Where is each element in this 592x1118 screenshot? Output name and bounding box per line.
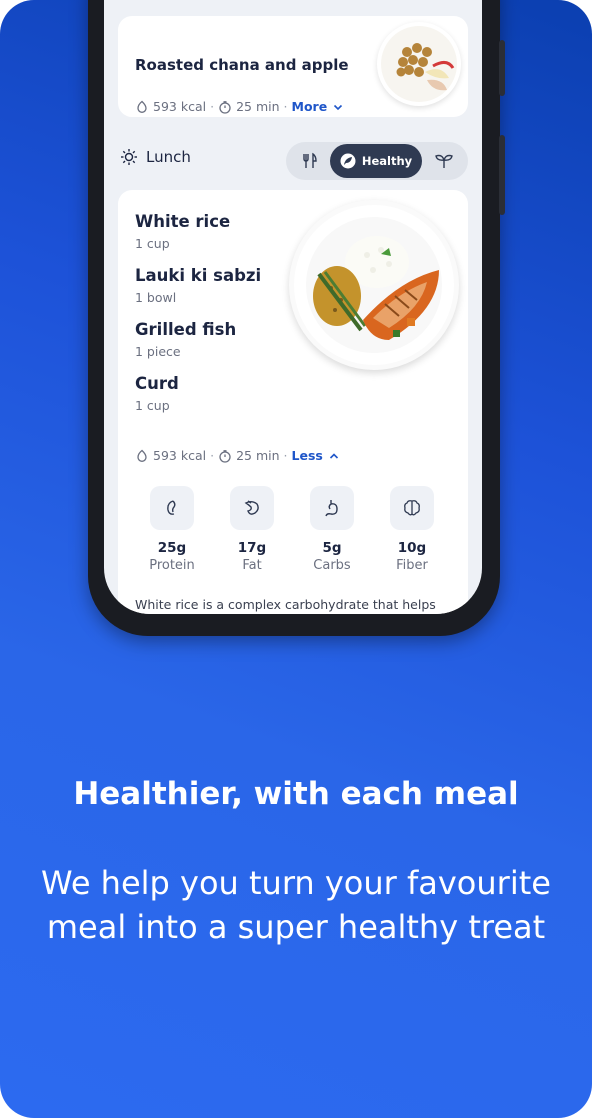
food-item-name: Curd bbox=[135, 374, 179, 393]
lunch-kcal: 593 kcal bbox=[153, 448, 207, 463]
snack-title: Roasted chana and apple bbox=[135, 56, 349, 74]
fiber-value: 10g bbox=[397, 540, 427, 556]
chevron-down-icon[interactable] bbox=[331, 100, 345, 114]
promo-subtext-line-2: meal into a super healthy treat bbox=[46, 908, 546, 946]
food-item-name: Lauki ki sabzi bbox=[135, 266, 262, 285]
fork-knife-icon bbox=[303, 152, 317, 168]
phone-volume-button bbox=[499, 135, 505, 215]
protein-value: 25g bbox=[157, 540, 187, 556]
separator-dot: · bbox=[283, 99, 288, 114]
fiber-icon-box bbox=[390, 486, 434, 530]
food-item-qty: 1 cup bbox=[135, 236, 170, 251]
snack-kcal: 593 kcal bbox=[153, 99, 207, 114]
timer-icon bbox=[219, 100, 231, 114]
food-item-qty: 1 cup bbox=[135, 398, 170, 413]
fiber-label: Fiber bbox=[396, 558, 428, 573]
timer-icon bbox=[219, 449, 231, 463]
lunch-plate-image bbox=[289, 200, 459, 370]
phone-screen: Roasted chana and apple 593 kcal · 25 mi… bbox=[104, 0, 482, 614]
meal-header: Lunch bbox=[120, 148, 191, 166]
segment-sprout[interactable] bbox=[426, 142, 462, 180]
carbs-label: Carbs bbox=[313, 558, 351, 573]
calorie-icon bbox=[137, 100, 147, 113]
leaf-icon bbox=[340, 153, 356, 169]
segment-healthy[interactable]: Healthy bbox=[330, 144, 422, 178]
segment-healthy-label: Healthy bbox=[361, 154, 413, 168]
fat-value: 17g bbox=[237, 540, 267, 556]
meal-title: Lunch bbox=[146, 148, 191, 166]
chevron-up-icon[interactable] bbox=[327, 449, 341, 463]
snack-time: 25 min bbox=[236, 99, 280, 114]
nutrient-carbs: 5g Carbs bbox=[302, 486, 362, 573]
fat-label: Fat bbox=[242, 558, 262, 573]
meal-style-switch: Healthy bbox=[286, 142, 468, 180]
meal-description: White rice is a complex carbohydrate tha… bbox=[135, 597, 436, 612]
food-item-qty: 1 piece bbox=[135, 344, 181, 359]
promo-headline: Healthier, with each meal bbox=[73, 776, 519, 812]
nutrient-fiber: 10g Fiber bbox=[382, 486, 442, 573]
promo-background: Roasted chana and apple 593 kcal · 25 mi… bbox=[0, 0, 592, 1118]
food-item-qty: 1 bowl bbox=[135, 290, 177, 305]
fat-icon-box bbox=[230, 486, 274, 530]
nutrient-protein: 25g Protein bbox=[142, 486, 202, 573]
less-toggle[interactable]: Less bbox=[292, 448, 323, 463]
sprout-icon bbox=[435, 154, 453, 168]
fat-icon bbox=[244, 500, 259, 515]
brain-icon bbox=[404, 500, 420, 516]
calorie-icon bbox=[137, 449, 147, 462]
stomach-icon bbox=[325, 500, 338, 517]
lunch-meta: 593 kcal · 25 min · Less bbox=[135, 448, 341, 463]
protein-icon bbox=[167, 500, 176, 515]
phone-side-button bbox=[499, 40, 505, 96]
promo-subtext-line-1: We help you turn your favourite bbox=[41, 864, 551, 902]
protein-icon-box bbox=[150, 486, 194, 530]
snack-card[interactable]: Roasted chana and apple 593 kcal · 25 mi… bbox=[118, 16, 468, 117]
food-item-name: Grilled fish bbox=[135, 320, 237, 339]
food-item-name: White rice bbox=[135, 212, 231, 231]
carbs-icon-box bbox=[310, 486, 354, 530]
separator-dot: · bbox=[210, 99, 215, 114]
separator-dot: · bbox=[283, 448, 288, 463]
carbs-value: 5g bbox=[322, 540, 342, 556]
separator-dot: · bbox=[210, 448, 215, 463]
more-toggle[interactable]: More bbox=[292, 99, 328, 114]
phone-frame: Roasted chana and apple 593 kcal · 25 mi… bbox=[88, 0, 505, 636]
segment-regular[interactable] bbox=[292, 142, 328, 180]
nutrient-fat: 17g Fat bbox=[222, 486, 282, 573]
sun-icon bbox=[121, 149, 137, 165]
protein-label: Protein bbox=[149, 558, 195, 573]
snack-image bbox=[377, 22, 461, 106]
lunch-card[interactable]: White rice 1 cup Lauki ki sabzi 1 bowl G… bbox=[118, 190, 468, 614]
lunch-time: 25 min bbox=[236, 448, 280, 463]
snack-meta: 593 kcal · 25 min · More bbox=[135, 99, 345, 114]
